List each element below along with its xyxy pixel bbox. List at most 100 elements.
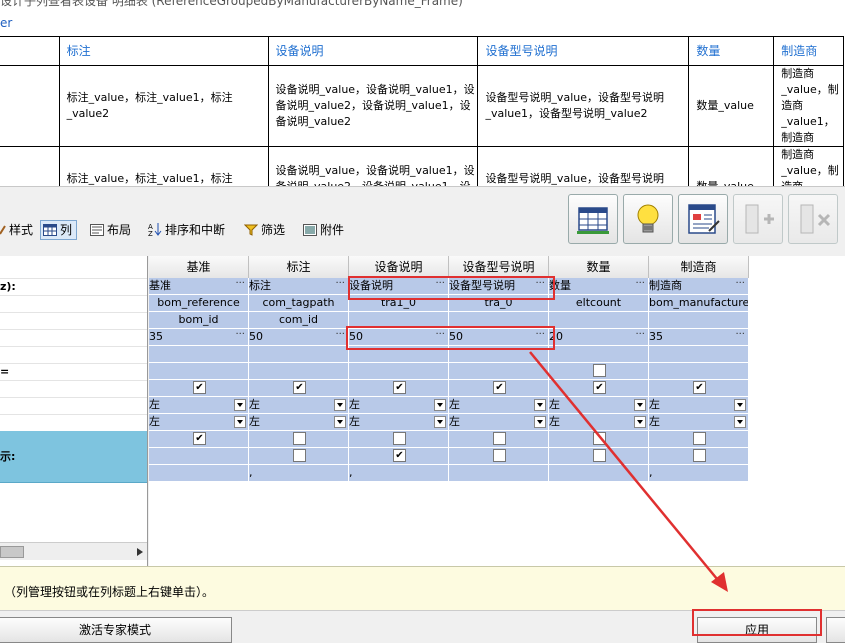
checkbox[interactable] <box>293 449 306 462</box>
column-name-field[interactable]: 标注 ··· <box>249 278 349 295</box>
column-name-field[interactable]: 设备型号说明 ··· <box>449 278 549 295</box>
grid-cell[interactable] <box>249 346 349 363</box>
property-field[interactable]: com_tagpath <box>249 295 349 312</box>
grid-cell[interactable] <box>549 431 649 448</box>
dropdown-arrow-icon[interactable] <box>234 416 246 428</box>
alignment-dropdown[interactable]: 左 <box>349 397 449 414</box>
dropdown-arrow-icon[interactable] <box>634 399 646 411</box>
dropdown-arrow-icon[interactable] <box>234 399 246 411</box>
grid-cell[interactable] <box>349 431 449 448</box>
grid-column-header[interactable]: 基准 <box>149 256 249 279</box>
dropdown-arrow-icon[interactable] <box>534 416 546 428</box>
separator-field[interactable] <box>449 465 549 482</box>
checkbox[interactable] <box>293 432 306 445</box>
table-view-button[interactable] <box>568 194 618 244</box>
column-name-field[interactable]: 基准 ··· <box>149 278 249 295</box>
checkbox[interactable]: ✔ <box>393 381 406 394</box>
alignment-dropdown[interactable]: 左 <box>149 414 249 431</box>
checkbox[interactable] <box>493 432 506 445</box>
grid-cell[interactable]: ✔ <box>149 380 249 397</box>
checkbox[interactable]: ✔ <box>393 449 406 462</box>
alignment-dropdown[interactable]: 左 <box>449 397 549 414</box>
grid-cell[interactable] <box>649 363 749 380</box>
alignment-dropdown[interactable]: 左 <box>149 397 249 414</box>
checkbox[interactable] <box>593 364 606 377</box>
ellipsis-button[interactable]: ··· <box>735 278 745 292</box>
key-field[interactable] <box>649 312 749 329</box>
grid-cell[interactable] <box>149 346 249 363</box>
checkbox[interactable]: ✔ <box>693 381 706 394</box>
property-field[interactable]: bom_manufacturer <box>649 295 749 312</box>
grid-cell[interactable] <box>149 363 249 380</box>
apply-button[interactable]: 应用 <box>697 617 817 643</box>
expert-mode-button[interactable]: 激活专家模式 <box>0 617 232 643</box>
grid-cell[interactable]: ✔ <box>549 380 649 397</box>
alignment-dropdown[interactable]: 左 <box>549 397 649 414</box>
property-field[interactable]: eltcount <box>549 295 649 312</box>
tab-columns[interactable]: 列 <box>40 220 78 240</box>
ellipsis-button[interactable]: ··· <box>535 329 545 343</box>
checkbox[interactable]: ✔ <box>193 432 206 445</box>
alignment-dropdown[interactable]: 左 <box>649 414 749 431</box>
ellipsis-button[interactable]: ··· <box>435 329 445 343</box>
property-field[interactable]: tra_0 <box>449 295 549 312</box>
separator-field[interactable]: , <box>649 465 749 482</box>
alignment-dropdown[interactable]: 左 <box>649 397 749 414</box>
delete-column-button[interactable] <box>788 194 838 244</box>
insert-column-button[interactable] <box>733 194 783 244</box>
grid-column-header[interactable]: 数量 <box>549 256 649 279</box>
checkbox[interactable] <box>693 432 706 445</box>
property-field[interactable]: tra1_0 <box>349 295 449 312</box>
ellipsis-button[interactable]: ··· <box>535 278 545 292</box>
grid-cell[interactable] <box>649 448 749 465</box>
grid-cell[interactable] <box>349 346 449 363</box>
column-name-field[interactable]: 设备说明 ··· <box>349 278 449 295</box>
checkbox[interactable] <box>493 449 506 462</box>
dropdown-arrow-icon[interactable] <box>534 399 546 411</box>
grid-cell[interactable] <box>549 363 649 380</box>
scroll-thumb[interactable] <box>0 546 24 558</box>
width-field[interactable]: 20 ··· <box>549 329 649 346</box>
checkbox[interactable] <box>593 432 606 445</box>
checkbox[interactable] <box>593 449 606 462</box>
grid-cell[interactable]: ✔ <box>249 380 349 397</box>
ellipsis-button[interactable]: ··· <box>235 278 245 292</box>
dropdown-arrow-icon[interactable] <box>434 399 446 411</box>
column-name-field[interactable]: 数量 ··· <box>549 278 649 295</box>
dropdown-arrow-icon[interactable] <box>434 416 446 428</box>
grid-cell[interactable]: ✔ <box>349 448 449 465</box>
width-field[interactable]: 50 ··· <box>249 329 349 346</box>
path-link[interactable]: er <box>0 16 12 30</box>
ellipsis-button[interactable]: ··· <box>235 329 245 343</box>
alignment-dropdown[interactable]: 左 <box>249 397 349 414</box>
width-field[interactable]: 35 ··· <box>149 329 249 346</box>
ellipsis-button[interactable]: ··· <box>635 278 645 292</box>
width-field[interactable]: 50 ··· <box>449 329 549 346</box>
grid-cell[interactable] <box>349 363 449 380</box>
next-button[interactable] <box>826 617 845 643</box>
property-field[interactable]: bom_reference <box>149 295 249 312</box>
grid-cell[interactable] <box>249 431 349 448</box>
grid-cell[interactable] <box>549 346 649 363</box>
grid-cell[interactable]: ✔ <box>449 380 549 397</box>
tab-style[interactable]: 样式 <box>0 220 33 240</box>
grid-cell[interactable] <box>649 431 749 448</box>
grid-cell[interactable]: ✔ <box>149 431 249 448</box>
grid-cell[interactable] <box>149 448 249 465</box>
separator-field[interactable]: , <box>349 465 449 482</box>
dropdown-arrow-icon[interactable] <box>734 416 746 428</box>
ellipsis-button[interactable]: ··· <box>635 329 645 343</box>
checkbox[interactable]: ✔ <box>293 381 306 394</box>
checkbox[interactable] <box>393 432 406 445</box>
tab-attachment[interactable]: 附件 <box>303 220 344 240</box>
key-field[interactable] <box>449 312 549 329</box>
tips-button[interactable] <box>623 194 673 244</box>
tab-sort-break[interactable]: AZ 排序和中断 <box>148 220 225 240</box>
ellipsis-button[interactable]: ··· <box>735 329 745 343</box>
tab-filter[interactable]: 筛选 <box>243 220 285 240</box>
dropdown-arrow-icon[interactable] <box>734 399 746 411</box>
column-name-field[interactable]: 制造商 ··· <box>649 278 749 295</box>
grid-column-header[interactable]: 设备型号说明 <box>449 256 549 279</box>
grid-cell[interactable] <box>449 431 549 448</box>
grid-cell[interactable] <box>249 448 349 465</box>
